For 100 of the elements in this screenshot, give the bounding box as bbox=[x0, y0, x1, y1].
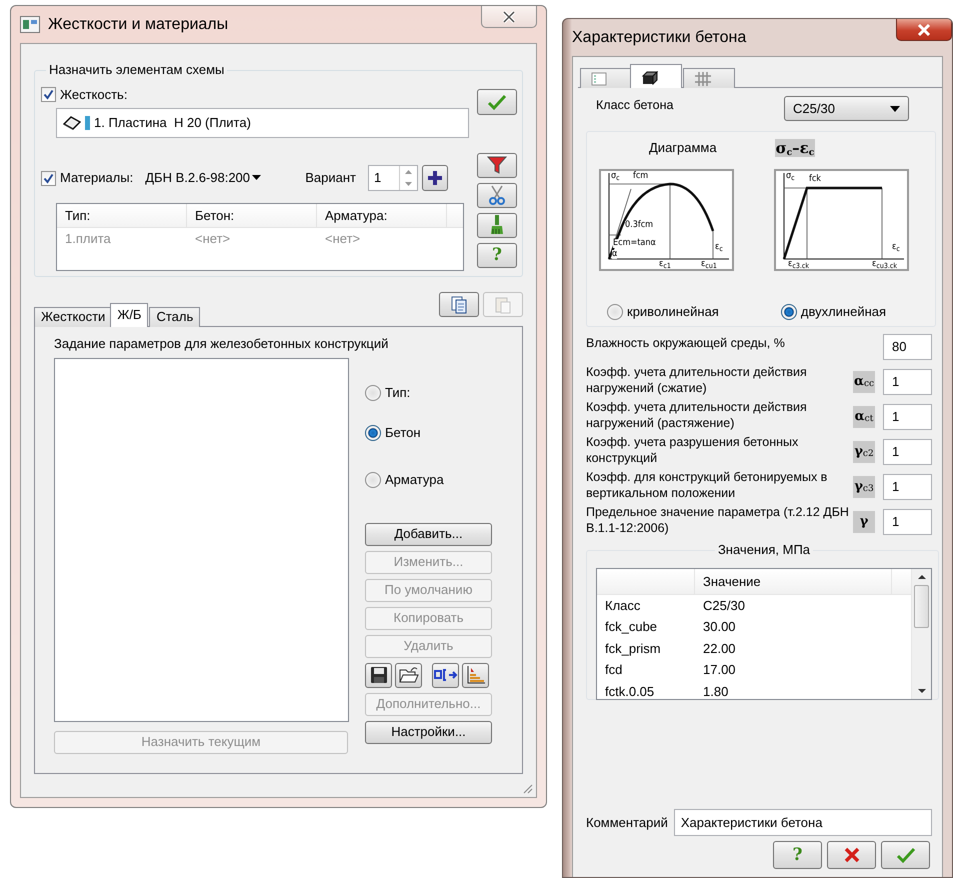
parameter-label: Коэфф. учета разрушения бетонных конструкций bbox=[586, 434, 800, 466]
parameter-field[interactable]: 80 bbox=[883, 334, 932, 360]
table-cell-text: 30.00 bbox=[702, 619, 736, 636]
checkbox[interactable] bbox=[41, 170, 56, 186]
filter-button[interactable] bbox=[477, 152, 517, 178]
funnel-icon bbox=[486, 155, 508, 176]
action-button[interactable]: Добавить... bbox=[365, 522, 492, 546]
folder-icon bbox=[398, 666, 418, 684]
field-label: Класс бетона bbox=[596, 98, 674, 114]
copy-icon bbox=[450, 294, 468, 314]
diagram-label: ε$_{c1}$ bbox=[659, 260, 671, 269]
apply-button[interactable] bbox=[477, 88, 517, 115]
diagram-label: ε$_{c}$ bbox=[715, 243, 723, 252]
checkbox[interactable] bbox=[41, 86, 56, 102]
window-title: Жесткости и материалы bbox=[48, 14, 228, 34]
radio-label: Бетон bbox=[385, 424, 421, 440]
cancel-button[interactable] bbox=[827, 841, 876, 869]
table-cell-text: 17.00 bbox=[702, 662, 736, 678]
help-button[interactable]: ? bbox=[477, 242, 517, 268]
diagram-label: fck bbox=[809, 175, 821, 184]
diagram-label: ε$_{c3.ck}$ bbox=[788, 260, 809, 269]
tab[interactable]: Ж/Б bbox=[110, 303, 148, 327]
norm-dropdown[interactable]: ДБН В.2.6-98:200 bbox=[145, 170, 276, 186]
dimension-icon bbox=[434, 668, 458, 682]
parameter-label: Коэфф. для конструкций бетонируемых в вертикальном положении bbox=[586, 469, 828, 501]
column-header: Тип: bbox=[57, 204, 187, 228]
tab[interactable] bbox=[630, 64, 682, 88]
open-button[interactable] bbox=[395, 662, 422, 688]
symbol-label: γ$_{c2}$ bbox=[853, 441, 875, 463]
caret-icon bbox=[890, 106, 900, 112]
help-button[interactable]: ? bbox=[773, 841, 822, 869]
table-cell-text: 1.80 bbox=[702, 684, 728, 699]
brush-button[interactable] bbox=[477, 212, 517, 238]
block-icon bbox=[641, 71, 659, 85]
rebar-grid-icon bbox=[694, 71, 712, 87]
field-value: 1. Пластина H 20 (Плита) bbox=[94, 115, 251, 131]
radio-button[interactable] bbox=[780, 304, 797, 320]
save-button[interactable] bbox=[365, 662, 392, 688]
radio-label: криволинейная bbox=[627, 304, 719, 320]
resize-grip-icon[interactable] bbox=[521, 782, 533, 794]
diagram-label: σ$_{c}$ bbox=[611, 172, 620, 181]
color-marker-icon bbox=[85, 116, 90, 130]
table-cell-text: C25/30 bbox=[702, 598, 745, 614]
step-chart-icon bbox=[466, 665, 486, 686]
chart-button[interactable] bbox=[462, 662, 489, 688]
symbol-label: α$_{cc}$ bbox=[853, 371, 875, 393]
table-cell-text: fctk.0.05 bbox=[604, 684, 656, 699]
scrollbar[interactable] bbox=[911, 569, 931, 699]
comment-field[interactable]: Характеристики бетона bbox=[674, 809, 932, 836]
parameter-field[interactable]: 1 bbox=[883, 439, 932, 465]
close-button[interactable] bbox=[896, 19, 952, 41]
close-button[interactable] bbox=[481, 6, 537, 28]
caret-icon bbox=[252, 175, 262, 182]
panel-title: Задание параметров для железобетонных конструкций bbox=[54, 336, 390, 352]
radio-button[interactable] bbox=[365, 424, 381, 441]
parameter-field[interactable]: 1 bbox=[883, 369, 932, 395]
parameter-field[interactable]: 1 bbox=[883, 404, 932, 430]
radio-button[interactable] bbox=[365, 384, 381, 401]
ok-button[interactable] bbox=[881, 841, 930, 869]
copy-button[interactable] bbox=[439, 292, 479, 317]
radio-label: двухлинейная bbox=[800, 304, 886, 320]
action-button[interactable]: Настройки... bbox=[365, 720, 492, 744]
tab[interactable]: Сталь bbox=[149, 307, 200, 327]
checkmark-icon bbox=[486, 92, 508, 111]
radio-button[interactable] bbox=[607, 304, 623, 320]
dimension-button[interactable] bbox=[432, 662, 459, 688]
add-button[interactable] bbox=[422, 165, 448, 192]
table-cell-text: fcd bbox=[604, 662, 624, 678]
checkbox-label: Жесткость: bbox=[60, 86, 128, 102]
checkbox-label: Материалы: bbox=[60, 170, 134, 186]
app-icon bbox=[20, 16, 40, 33]
table-cell-text: fck_prism bbox=[604, 640, 662, 657]
radio-label: Тип: bbox=[385, 384, 410, 400]
field-label: Комментарий bbox=[586, 814, 668, 830]
diagram-label: fcm bbox=[633, 172, 648, 181]
parameter-field[interactable]: 1 bbox=[883, 474, 932, 500]
parameter-field[interactable]: 1 bbox=[883, 509, 932, 535]
table-cell-text: <нет> bbox=[194, 230, 232, 248]
stiffness-field[interactable]: 1. Пластина H 20 (Плита) bbox=[56, 108, 469, 138]
paste-icon bbox=[494, 294, 512, 314]
tab[interactable]: Жесткости bbox=[34, 307, 112, 327]
diagram-label: 0.3fcm bbox=[625, 221, 654, 230]
diagram-label: Ecm=tanα bbox=[613, 239, 656, 248]
symbol-label: γ$_{c3}$ bbox=[853, 476, 875, 498]
class-dropdown[interactable]: C25/30 bbox=[784, 96, 909, 121]
diagram-label: ε$_{cu3.ck}$ bbox=[872, 260, 897, 269]
radio-label: Арматура bbox=[385, 472, 444, 488]
parameter-label: Коэфф. учета длительности действия нагружений (сжатие) bbox=[586, 364, 808, 396]
plate-icon bbox=[63, 116, 81, 130]
plus-icon bbox=[427, 170, 443, 186]
variant-label: Вариант bbox=[305, 170, 356, 186]
table-cell-text: Класс bbox=[604, 598, 642, 614]
scrollbar-thumb[interactable] bbox=[914, 585, 929, 628]
checkmark-icon bbox=[894, 846, 916, 864]
scissors-button[interactable] bbox=[477, 182, 517, 208]
symbol-label: α$_{ct}$ bbox=[853, 406, 875, 428]
diagram-label: ε$_{cu1}$ bbox=[701, 260, 717, 269]
scissors-icon bbox=[488, 184, 506, 206]
radio-button[interactable] bbox=[365, 472, 381, 488]
group-title: Значения, МПа bbox=[714, 542, 814, 558]
